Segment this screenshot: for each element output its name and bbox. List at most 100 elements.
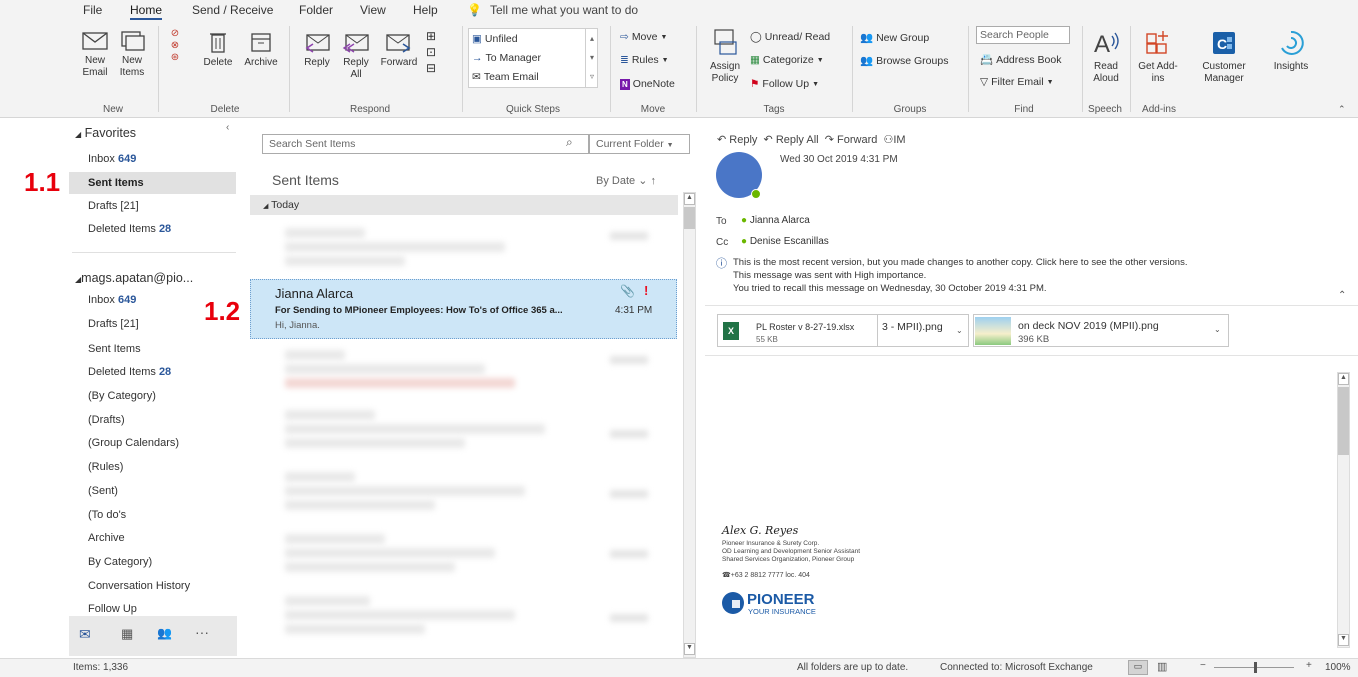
assign-policy-button[interactable]: Assign Policy [704,28,746,85]
menu-folder[interactable]: Folder [299,3,333,17]
attachment-png-1[interactable]: 3 - MPII).png ⌄ [877,314,969,347]
reply-action[interactable]: ↶ Reply [717,134,757,146]
chevron-down-icon[interactable]: ⌄ [1214,325,1221,334]
fav-deleted-items[interactable]: Deleted Items 28 [88,223,171,235]
search-people-input[interactable]: Search People [976,26,1070,44]
new-items-button[interactable]: New Items [114,30,150,79]
tell-me-box[interactable]: Tell me what you want to do [490,3,638,17]
ignore-icon[interactable]: ⊘ ⊗ ⊛ [165,28,185,64]
blurred-row[interactable] [285,548,495,558]
attachment-xlsx[interactable]: X PL Roster v 8-27-19.xlsx 55 KB ⌄ [717,314,885,347]
collapse-ribbon-icon[interactable]: ⌃ [1338,104,1346,115]
blurred-row[interactable] [285,228,365,238]
acct-inbox[interactable]: Inbox 649 [88,294,136,306]
acct-folder[interactable]: (By Category) [88,390,156,402]
delete-button[interactable]: Delete [200,30,236,69]
blurred-row[interactable] [285,256,405,266]
blurred-row[interactable] [285,410,375,420]
move-button[interactable]: ⇨ Move ▼ [620,31,667,43]
acct-folder[interactable]: By Category) [88,556,152,568]
im-action[interactable]: ⚇IM [883,134,905,146]
blurred-row[interactable] [285,610,515,620]
menu-file[interactable]: File [83,3,102,17]
acct-folder[interactable]: (Group Calendars) [88,437,179,449]
follow-up-button[interactable]: ⚑ Follow Up ▼ [750,78,819,90]
blurred-row[interactable] [285,500,435,510]
quick-step-unfiled[interactable]: ▣ Unfiled [472,33,518,45]
reply-all-button[interactable]: Reply All [338,32,374,81]
insights-button[interactable]: Insights [1266,28,1316,73]
blurred-row[interactable] [285,424,545,434]
reply-all-action[interactable]: ↶ Reply All [764,134,819,146]
read-aloud-button[interactable]: A Read Aloud [1087,28,1125,85]
blurred-row[interactable] [285,438,465,448]
info-versions[interactable]: This is the most recent version, but you… [733,257,1187,268]
people-icon[interactable]: 👥 [157,626,172,640]
mail-icon[interactable]: ✉ [79,626,91,643]
cc-recipient[interactable]: ● Denise Escanillas [741,236,829,247]
filter-email-button[interactable]: ▽ Filter Email ▼ [980,76,1054,88]
acct-folder[interactable]: (Drafts) [88,414,125,426]
to-recipient[interactable]: ● Jianna Alarca [741,215,810,226]
zoom-out-icon[interactable]: − [1200,660,1206,671]
acct-folder[interactable]: (Rules) [88,461,123,473]
sort-dropdown[interactable]: By Date ⌄ ↑ [596,174,656,187]
acct-folder[interactable]: (Sent) [88,485,118,497]
zoom-slider-thumb[interactable] [1254,662,1257,673]
fav-sent-items[interactable]: Sent Items [88,177,144,189]
acct-sent-items[interactable]: Sent Items [88,343,141,355]
categorize-button[interactable]: ▦ Categorize ▼ [750,54,824,66]
search-sent-input[interactable]: Search Sent Items [262,134,589,154]
blurred-row[interactable] [285,242,505,252]
menu-help[interactable]: Help [413,3,438,17]
address-book-button[interactable]: 📇 Address Book [980,53,1061,67]
reply-button[interactable]: Reply [300,32,334,69]
blurred-row[interactable] [285,350,345,360]
scroll-down-icon[interactable]: ▼ [1338,634,1349,646]
get-addins-button[interactable]: Get Add-ins [1138,28,1178,85]
selected-message-row[interactable]: Jianna Alarca For Sending to MPioneer Em… [250,279,677,339]
forward-action[interactable]: ↷ Forward [825,134,878,146]
unread-read-button[interactable]: ◯ Unread/ Read [750,31,830,43]
archive-button[interactable]: Archive [241,30,281,69]
zoom-in-icon[interactable]: + [1306,660,1312,671]
blurred-row[interactable] [285,472,355,482]
list-scrollbar[interactable] [683,192,696,658]
favorites-header[interactable]: ◢ Favorites [75,126,136,140]
scope-dropdown[interactable]: Current Folder ▼ [589,134,690,154]
more-icon[interactable]: ··· [195,624,209,640]
scroll-down-icon[interactable]: ▼ [684,643,695,655]
search-icon[interactable]: ⌕ [566,135,573,150]
acct-drafts[interactable]: Drafts [21] [88,318,139,330]
blurred-row[interactable] [285,562,455,572]
new-email-button[interactable]: New Email [78,30,112,79]
new-group-button[interactable]: 👥 New Group [860,31,929,45]
blurred-row[interactable] [285,624,425,634]
acct-folder[interactable]: Conversation History [88,580,190,592]
account-header[interactable]: ◢mags.apatan@pio... [75,271,193,285]
group-header-today[interactable] [250,195,678,215]
browse-groups-button[interactable]: 👥 Browse Groups [860,54,948,68]
quick-step-to-manager[interactable]: → To Manager [472,52,541,64]
blurred-row[interactable] [285,534,385,544]
reading-view-icon[interactable]: ▥ [1157,660,1167,673]
onenote-button[interactable]: N OneNote [620,78,675,90]
list-scroll-thumb[interactable] [684,207,695,229]
chevron-down-icon[interactable]: ⌄ [956,326,963,335]
fav-drafts[interactable]: Drafts [21] [88,200,139,212]
blurred-row[interactable] [285,486,525,496]
menu-send-receive[interactable]: Send / Receive [192,3,273,17]
attachment-png-2[interactable]: on deck NOV 2019 (MPII).png 396 KB ⌄ [973,314,1229,347]
forward-button[interactable]: Forward [378,32,420,69]
acct-folder[interactable]: (To do's [88,509,126,521]
rules-button[interactable]: ≣ Rules ▼ [620,54,669,66]
collapse-header-icon[interactable]: ⌃ [1338,290,1346,301]
blurred-row[interactable] [285,378,515,388]
acct-deleted-items[interactable]: Deleted Items 28 [88,366,171,378]
scroll-up-icon[interactable]: ▲ [1338,373,1349,385]
fav-inbox[interactable]: Inbox 649 [88,153,136,165]
quick-step-team-email[interactable]: ✉ Team Email [472,71,539,83]
calendar-icon[interactable]: ▦ [121,626,133,642]
acct-folder[interactable]: Follow Up [88,603,137,615]
menu-home[interactable]: Home [130,3,163,20]
